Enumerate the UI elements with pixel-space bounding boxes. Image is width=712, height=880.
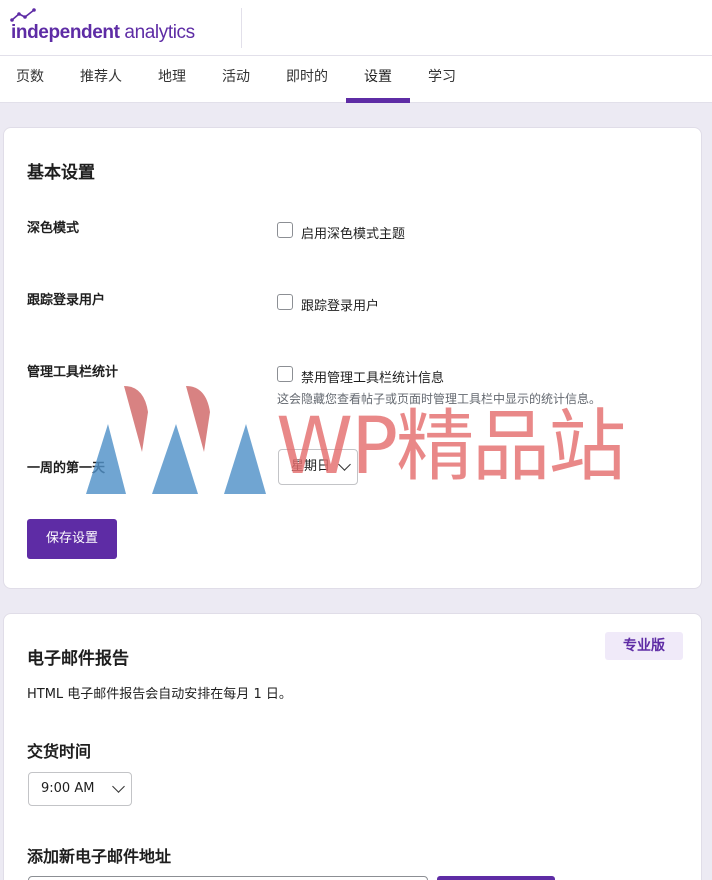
add-email-title: 添加新电子邮件地址 bbox=[27, 847, 172, 866]
week-start-value: 星期日 bbox=[291, 459, 331, 474]
pro-badge: 专业版 bbox=[605, 632, 683, 660]
email-reports-title: 电子邮件报告 bbox=[27, 649, 129, 669]
dark-mode-label: 深色模式 bbox=[27, 221, 80, 236]
delivery-time-title: 交货时间 bbox=[27, 742, 92, 761]
tab-realtime[interactable]: 即时的 bbox=[276, 56, 338, 103]
week-start-label: 一周的第一天 bbox=[27, 461, 106, 476]
dark-mode-checkbox-label[interactable]: 启用深色模式主题 bbox=[301, 223, 405, 242]
active-tab-indicator bbox=[346, 98, 410, 103]
tab-referrers[interactable]: 推荐人 bbox=[70, 56, 132, 103]
week-start-select[interactable]: 星期日 bbox=[278, 449, 358, 485]
delivery-time-select[interactable]: 9:00 AM bbox=[28, 772, 132, 806]
add-email-button[interactable] bbox=[437, 876, 555, 880]
email-reports-card: 电子邮件报告 专业版 HTML 电子邮件报告会自动安排在每月 1 日。 交货时间… bbox=[3, 613, 702, 880]
brand-name-light: analytics bbox=[119, 22, 195, 43]
email-reports-description: HTML 电子邮件报告会自动安排在每月 1 日。 bbox=[27, 687, 292, 702]
chart-line-icon bbox=[10, 8, 36, 22]
brand-name: independent analytics bbox=[11, 22, 195, 44]
tab-settings[interactable]: 设置 bbox=[346, 56, 410, 103]
main-tabs: 页数 推荐人 地理 活动 即时的 设置 学习 bbox=[0, 56, 712, 103]
top-bar: independent analytics bbox=[0, 0, 712, 56]
basic-settings-card: 基本设置 深色模式 启用深色模式主题 跟踪登录用户 跟踪登录用户 管理工具栏统计… bbox=[3, 127, 702, 589]
basic-settings-title: 基本设置 bbox=[27, 163, 95, 183]
delivery-time-value: 9:00 AM bbox=[41, 781, 95, 796]
toolbar-stats-checkbox-label[interactable]: 禁用管理工具栏统计信息 bbox=[301, 367, 444, 386]
toolbar-stats-label: 管理工具栏统计 bbox=[27, 365, 119, 380]
email-address-input[interactable] bbox=[28, 876, 428, 880]
save-settings-button[interactable]: 保存设置 bbox=[27, 519, 117, 559]
tab-geo[interactable]: 地理 bbox=[146, 56, 198, 103]
chevron-down-icon bbox=[338, 458, 351, 471]
track-logged-checkbox-label[interactable]: 跟踪登录用户 bbox=[301, 295, 379, 314]
toolbar-stats-checkbox[interactable] bbox=[277, 366, 293, 382]
dark-mode-checkbox[interactable] bbox=[277, 222, 293, 238]
brand-name-bold: independent bbox=[11, 22, 120, 43]
tab-pages[interactable]: 页数 bbox=[0, 56, 60, 103]
tab-learn[interactable]: 学习 bbox=[418, 56, 466, 103]
track-logged-checkbox[interactable] bbox=[277, 294, 293, 310]
brand-logo[interactable]: independent analytics bbox=[10, 8, 242, 48]
chevron-down-icon bbox=[112, 780, 125, 793]
track-logged-label: 跟踪登录用户 bbox=[27, 293, 106, 308]
toolbar-stats-description: 这会隐藏您查看帖子或页面时管理工具栏中显示的统计信息。 bbox=[277, 392, 602, 406]
tab-events[interactable]: 活动 bbox=[210, 56, 262, 103]
